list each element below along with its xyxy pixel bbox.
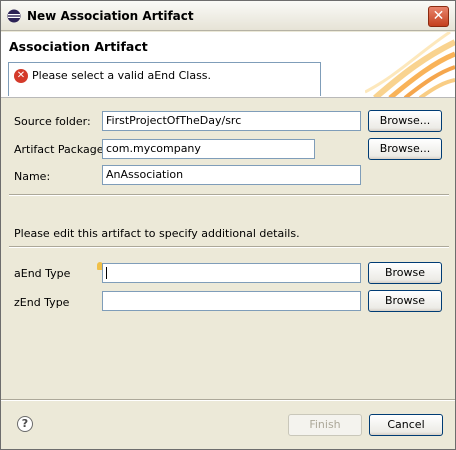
- separator: [9, 246, 449, 248]
- source-folder-label: Source folder:: [14, 115, 91, 128]
- aend-type-input[interactable]: [102, 263, 361, 283]
- error-message: Please select a valid aEnd Class.: [32, 69, 212, 82]
- wizard-banner: Association Artifact ✕ Please select a v…: [1, 32, 455, 98]
- error-icon: ✕: [14, 69, 28, 83]
- aend-type-label: aEnd Type: [14, 267, 71, 280]
- dialog-window: New Association Artifact ✕ Association A…: [0, 0, 456, 450]
- close-button[interactable]: ✕: [428, 6, 449, 27]
- footer-separator: [1, 399, 455, 401]
- cancel-button[interactable]: Cancel: [369, 414, 443, 436]
- error-message-area: ✕ Please select a valid aEnd Class.: [8, 62, 321, 96]
- name-label: Name:: [14, 170, 51, 183]
- artifact-package-browse-button[interactable]: Browse...: [368, 138, 442, 160]
- window-title: New Association Artifact: [27, 9, 194, 23]
- close-icon: ✕: [432, 8, 445, 24]
- zend-type-browse-button[interactable]: Browse: [368, 290, 442, 312]
- artifact-package-input[interactable]: com.mycompany: [102, 139, 315, 159]
- page-title: Association Artifact: [9, 39, 148, 54]
- zend-type-label: zEnd Type: [14, 296, 70, 309]
- finish-button[interactable]: Finish: [288, 414, 362, 436]
- text-cursor: [106, 267, 107, 279]
- banner-graphic: [365, 32, 455, 97]
- title-bar[interactable]: New Association Artifact ✕: [1, 1, 455, 31]
- source-folder-browse-button[interactable]: Browse...: [368, 110, 442, 132]
- eclipse-icon: [7, 9, 21, 23]
- details-instruction: Please edit this artifact to specify add…: [14, 227, 300, 240]
- zend-type-input[interactable]: [102, 291, 361, 311]
- source-folder-input[interactable]: FirstProjectOfTheDay/src: [102, 111, 361, 131]
- artifact-package-label: Artifact Package:: [14, 143, 108, 156]
- separator: [9, 194, 449, 196]
- help-icon[interactable]: ?: [17, 416, 33, 432]
- aend-type-browse-button[interactable]: Browse: [368, 262, 442, 284]
- name-input[interactable]: AnAssociation: [102, 165, 361, 185]
